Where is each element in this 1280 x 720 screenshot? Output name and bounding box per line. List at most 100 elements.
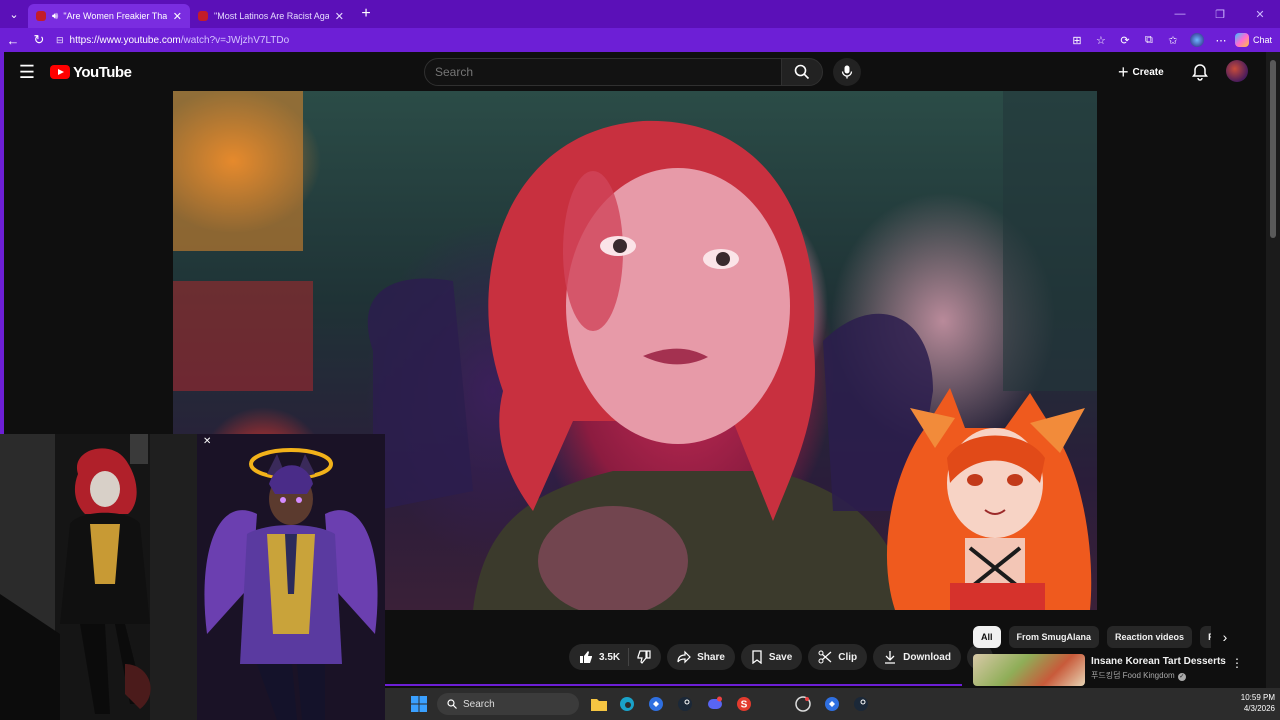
recommended-title[interactable]: Insane Korean Tart Desserts bbox=[1091, 656, 1226, 667]
search-icon bbox=[794, 64, 810, 80]
back-icon[interactable]: ← bbox=[0, 33, 26, 48]
youtube-masthead: ☰ YouTube + Create bbox=[4, 52, 1266, 92]
window-controls: — ❐ ✕ bbox=[1160, 0, 1280, 28]
save-button[interactable]: Save bbox=[740, 644, 803, 670]
search-icon bbox=[447, 699, 457, 709]
thumbs-down-icon bbox=[637, 650, 651, 664]
new-tab-button[interactable]: + bbox=[352, 5, 380, 23]
download-icon bbox=[885, 651, 896, 664]
search-input[interactable] bbox=[435, 65, 781, 79]
account-avatar[interactable] bbox=[1226, 60, 1248, 82]
taskbar-search[interactable]: Search bbox=[437, 693, 579, 715]
download-label: Download bbox=[903, 651, 951, 663]
extensions-icon[interactable]: ⟳ bbox=[1115, 34, 1135, 47]
more-menu-icon[interactable]: ⋯ bbox=[1211, 34, 1231, 47]
voice-search-button[interactable] bbox=[833, 58, 861, 86]
overlay-image-winged-character: ✕ bbox=[197, 434, 385, 720]
youtube-favicon-icon bbox=[198, 11, 208, 21]
favorite-star-icon[interactable]: ☆ bbox=[1091, 34, 1111, 47]
chip-all[interactable]: All bbox=[973, 626, 1001, 648]
tab-active[interactable]: 🔊︎ "Are Women Freakier Than M ✕ bbox=[28, 4, 190, 28]
plus-icon: + bbox=[1118, 61, 1129, 82]
overlay-close-icon[interactable]: ✕ bbox=[203, 436, 211, 447]
system-clock[interactable]: 10:59 PM 4/3/2026 bbox=[1225, 692, 1275, 714]
steam-secondary-icon[interactable] bbox=[851, 694, 871, 714]
scissors-icon bbox=[818, 650, 832, 664]
save-label: Save bbox=[768, 651, 793, 663]
refresh-icon[interactable]: ↻ bbox=[26, 32, 52, 48]
obs-icon[interactable] bbox=[793, 694, 813, 714]
recommended-thumbnail[interactable] bbox=[973, 654, 1085, 686]
page-bottom-accent bbox=[385, 684, 962, 686]
steam-icon[interactable] bbox=[675, 694, 695, 714]
taskbar-search-label: Search bbox=[463, 698, 495, 710]
file-explorer-icon[interactable] bbox=[589, 694, 609, 714]
youtube-logo[interactable]: YouTube bbox=[50, 64, 132, 81]
clip-button[interactable]: Clip bbox=[808, 644, 868, 670]
streamlabs-icon[interactable] bbox=[646, 694, 666, 714]
overlay-image-red-haired-character bbox=[0, 434, 197, 720]
like-dislike-button: 3.5K bbox=[569, 644, 662, 670]
microphone-icon bbox=[841, 65, 853, 79]
recommended-channel[interactable]: 푸드킹덤 Food Kingdom ✓ bbox=[1091, 670, 1186, 681]
address-bar[interactable]: ⊟ https://www.youtube.com/watch?v=JWjzhV… bbox=[56, 30, 1066, 50]
tab-title: "Are Women Freakier Than M bbox=[63, 11, 167, 21]
vtuber-illustration bbox=[886, 388, 1092, 610]
maximize-icon[interactable]: ❐ bbox=[1200, 8, 1240, 21]
search-box[interactable] bbox=[424, 58, 782, 86]
share-label: Share bbox=[697, 651, 725, 663]
page-scrollbar[interactable] bbox=[1266, 52, 1280, 688]
discord-icon[interactable] bbox=[705, 694, 725, 714]
start-windows-icon[interactable] bbox=[409, 694, 429, 714]
recommended-video[interactable]: Insane Korean Tart Desserts 푸드킹덤 Food Ki… bbox=[973, 654, 1243, 686]
recommended-menu-icon[interactable]: ⋮ bbox=[1231, 656, 1243, 670]
tab-actions-menu-button[interactable]: ⌄ bbox=[0, 0, 28, 28]
svg-text:S: S bbox=[741, 700, 748, 711]
close-window-icon[interactable]: ✕ bbox=[1240, 8, 1280, 21]
chips-next-button[interactable]: › bbox=[1213, 626, 1237, 648]
notifications-bell-icon[interactable] bbox=[1190, 62, 1210, 82]
windows-taskbar: Search S 10:59 PM 4/3/2026 bbox=[385, 688, 1280, 720]
close-tab-icon[interactable]: ✕ bbox=[335, 10, 344, 23]
tab-inactive[interactable]: "Most Latinos Are Racist Against I ✕ bbox=[190, 4, 352, 28]
share-button[interactable]: Share bbox=[667, 644, 735, 670]
channel-name: 푸드킹덤 Food Kingdom bbox=[1091, 671, 1175, 680]
chip-from-channel[interactable]: From SmugAlana bbox=[1008, 626, 1100, 648]
clock-date: 4/3/2026 bbox=[1243, 704, 1275, 713]
browser-tab-strip: ⌄ 🔊︎ "Are Women Freakier Than M ✕ "Most … bbox=[0, 0, 1280, 28]
split-screen-icon[interactable]: ⧉ bbox=[1139, 34, 1159, 47]
speaker-icon[interactable]: 🔊︎ bbox=[52, 11, 58, 22]
favorites-icon[interactable]: ✩ bbox=[1163, 34, 1183, 47]
share-icon bbox=[677, 650, 691, 664]
guide-menu-icon[interactable]: ☰ bbox=[4, 62, 50, 83]
tab-title: "Most Latinos Are Racist Against I bbox=[214, 11, 329, 21]
download-button[interactable]: Download bbox=[873, 644, 961, 670]
chat-button[interactable]: Chat bbox=[1253, 35, 1272, 45]
overlay-illustration-1 bbox=[0, 434, 197, 720]
copilot-icon[interactable] bbox=[1234, 33, 1249, 47]
chevron-right-icon: › bbox=[1222, 629, 1228, 645]
chip-reaction-videos[interactable]: Reaction videos bbox=[1107, 626, 1193, 648]
minimize-icon[interactable]: — bbox=[1160, 8, 1200, 20]
address-bar-row: ← ↻ ⊟ https://www.youtube.com/watch?v=JW… bbox=[0, 28, 1280, 52]
search-button[interactable] bbox=[781, 58, 823, 86]
site-info-icon[interactable]: ⊟ bbox=[56, 35, 64, 46]
streamlabs-secondary-icon[interactable] bbox=[822, 694, 842, 714]
vtuber-avatar-overlay bbox=[855, 388, 1097, 610]
dislike-button[interactable] bbox=[629, 650, 661, 664]
create-button[interactable]: + Create bbox=[1118, 58, 1164, 86]
scrollbar-thumb[interactable] bbox=[1270, 60, 1276, 238]
profile-avatar-icon[interactable] bbox=[1189, 33, 1204, 47]
video-actions: 3.5K Share Save Clip Download ⋯ bbox=[569, 644, 993, 670]
chip-truncated[interactable]: Re bbox=[1200, 626, 1211, 648]
overlay-illustration-2 bbox=[197, 434, 385, 720]
edge-browser-icon[interactable] bbox=[617, 694, 637, 714]
youtube-favicon-icon bbox=[36, 11, 46, 21]
app-s-icon[interactable]: S bbox=[734, 694, 754, 714]
app-available-icon[interactable]: ⊞ bbox=[1067, 34, 1087, 47]
related-filter-chips: All From SmugAlana Reaction videos Re bbox=[973, 626, 1211, 648]
clip-label: Clip bbox=[838, 651, 858, 663]
like-button[interactable]: 3.5K bbox=[579, 648, 630, 666]
thumbs-up-icon bbox=[580, 651, 592, 663]
close-tab-icon[interactable]: ✕ bbox=[173, 10, 182, 23]
